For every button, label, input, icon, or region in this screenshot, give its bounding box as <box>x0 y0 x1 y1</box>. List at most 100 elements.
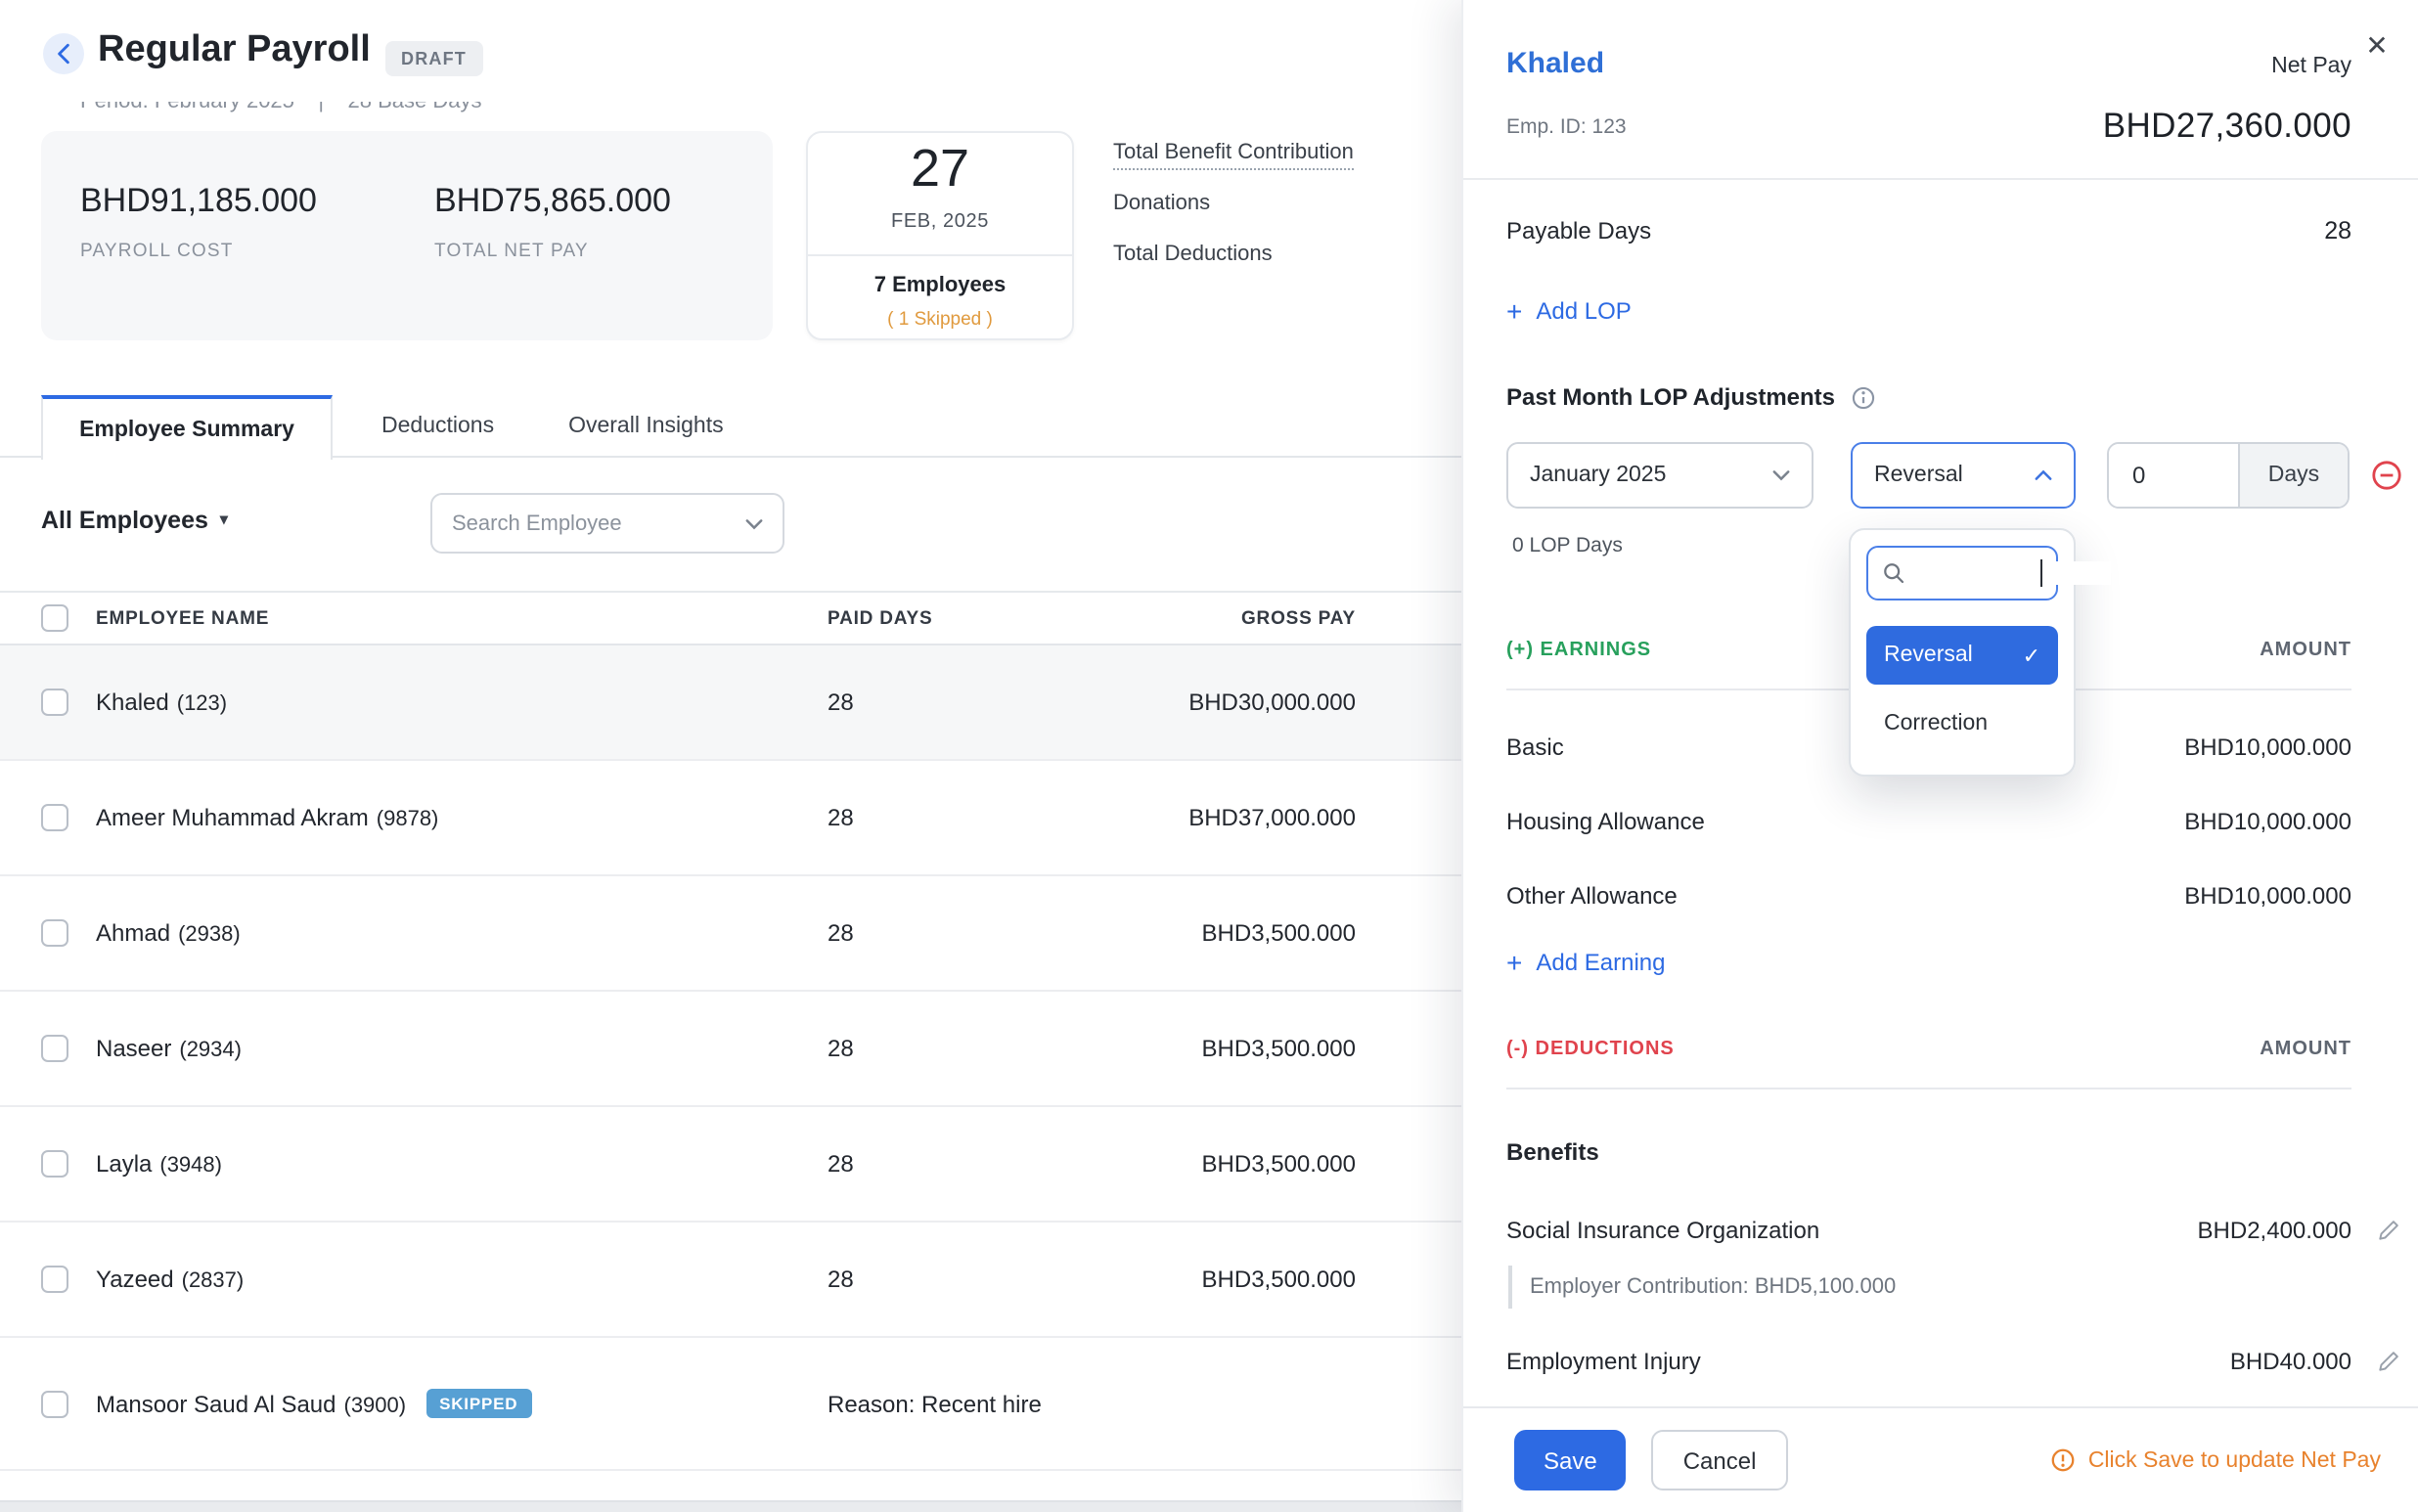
net-pay-label: Net Pay <box>2271 55 2351 78</box>
col-gross-pay: GROSS PAY <box>1062 607 1356 629</box>
row-checkbox[interactable] <box>41 1266 68 1293</box>
row-checkbox[interactable] <box>41 804 68 831</box>
gross-pay: BHD3,500.000 <box>1062 1150 1356 1178</box>
employee-filter-dropdown[interactable]: All Employees▾ <box>41 507 228 534</box>
table-row[interactable]: Ameer Muhammad Akram (9878) 28 BHD37,000.… <box>0 761 1461 876</box>
days-suffix: Days <box>2238 444 2348 507</box>
pay-date-card: 27 FEB, 2025 7 Employees ( 1 Skipped ) <box>806 131 1074 340</box>
earning-amount: BHD10,000.000 <box>2184 882 2351 910</box>
table-row[interactable]: Naseer (2934) 28 BHD3,500.000 <box>0 992 1461 1107</box>
link-total-benefit-contribution[interactable]: Total Benefit Contribution <box>1113 141 1354 164</box>
close-icon[interactable]: ✕ <box>2357 25 2396 65</box>
link-total-deductions[interactable]: Total Deductions <box>1113 243 1354 266</box>
col-employee-name: EMPLOYEE NAME <box>96 607 828 629</box>
employee-search-combobox[interactable] <box>430 493 784 554</box>
remove-adjustment-icon[interactable] <box>2371 460 2402 491</box>
month-select[interactable]: January 2025 <box>1506 442 1814 509</box>
lop-days-input-group: Days <box>2107 442 2350 509</box>
employees-count: 7 Employees <box>808 274 1072 297</box>
cancel-button[interactable]: Cancel <box>1652 1430 1788 1490</box>
text-cursor <box>2040 559 2042 587</box>
drawer-body: Payable Days 28 + Add LOP Past Month LOP… <box>1463 182 2418 1406</box>
chevron-down-icon <box>1772 469 1790 481</box>
gross-pay: BHD3,500.000 <box>1062 1035 1356 1062</box>
add-lop-button[interactable]: + Add LOP <box>1506 280 2351 342</box>
paid-days: 28 <box>828 804 1062 831</box>
employee-id: (9878) <box>377 808 439 831</box>
employee-name[interactable]: Khaled <box>96 689 169 716</box>
benefits-group-label: Benefits <box>1506 1125 2351 1179</box>
dropdown-search-input[interactable] <box>1917 561 2111 585</box>
payroll-cost-label: PAYROLL COST <box>80 241 317 262</box>
table-row[interactable]: Khaled(123) 28 BHD30,000.000 <box>0 645 1461 761</box>
save-button[interactable]: Save <box>1514 1430 1627 1490</box>
select-all-checkbox[interactable] <box>41 604 68 632</box>
table-row[interactable]: Yazeed(2837) 28 BHD3,500.000 <box>0 1223 1461 1338</box>
back-button[interactable] <box>43 33 84 74</box>
plus-icon: + <box>1506 947 1522 978</box>
lop-days-input[interactable] <box>2109 444 2238 507</box>
table-row[interactable]: Layla(3948) 28 BHD3,500.000 <box>0 1107 1461 1223</box>
employee-name[interactable]: Mansoor Saud Al Saud <box>96 1390 336 1417</box>
col-paid-days: PAID DAYS <box>828 607 1062 629</box>
save-warning: Click Save to update Net Pay <box>2051 1447 2381 1473</box>
edit-icon[interactable] <box>2377 1350 2400 1379</box>
dropdown-search-box[interactable] <box>1866 546 2058 600</box>
gross-pay: BHD37,000.000 <box>1062 804 1356 831</box>
paid-days: 28 <box>828 1035 1062 1062</box>
employee-id-label: Emp. ID: 123 <box>1506 114 1627 138</box>
employee-name[interactable]: Naseer <box>96 1035 171 1062</box>
info-icon[interactable] <box>1851 384 1876 410</box>
row-checkbox[interactable] <box>41 689 68 716</box>
employee-id: (3948) <box>159 1154 222 1178</box>
earning-label: Basic <box>1506 734 1564 761</box>
employee-id: (2837) <box>182 1269 245 1293</box>
paid-days: 28 <box>828 1266 1062 1293</box>
tab-bar: Employee Summary Deductions Overall Insi… <box>0 395 1461 458</box>
earning-label: Other Allowance <box>1506 882 1678 910</box>
dropdown-option-correction[interactable]: Correction <box>1866 685 2058 763</box>
employee-name[interactable]: Ameer Muhammad Akram <box>96 804 369 831</box>
table-row[interactable]: Mansoor Saud Al Saud(3900)SKIPPED Reason… <box>0 1338 1461 1471</box>
table-row[interactable]: Ahmad(2938) 28 BHD3,500.000 <box>0 876 1461 992</box>
link-donations[interactable]: Donations <box>1113 192 1354 215</box>
search-input[interactable] <box>452 511 745 535</box>
total-net-pay-label: TOTAL NET PAY <box>434 241 671 262</box>
employee-name[interactable]: Yazeed <box>96 1266 174 1293</box>
edit-icon[interactable] <box>2377 1219 2400 1248</box>
warning-icon <box>2051 1447 2077 1473</box>
payroll-cost-metric: BHD91,185.000 PAYROLL COST <box>80 182 317 262</box>
deduction-label: Employment Injury <box>1506 1348 1701 1375</box>
chevron-up-icon <box>2035 469 2052 481</box>
earnings-amount-label: AMOUNT <box>2260 640 2351 689</box>
payroll-cost-value: BHD91,185.000 <box>80 182 317 221</box>
employee-name-link[interactable]: Khaled <box>1506 47 1604 80</box>
tab-deductions[interactable]: Deductions <box>381 395 494 456</box>
earning-label: Housing Allowance <box>1506 808 1705 835</box>
top-bar: Regular Payroll DRAFT <box>0 0 1461 102</box>
employee-id: (2934) <box>179 1039 242 1062</box>
adjustment-type-select[interactable]: Reversal <box>1851 442 2076 509</box>
row-checkbox[interactable] <box>41 1150 68 1178</box>
row-checkbox[interactable] <box>41 1390 68 1417</box>
tab-overall-insights[interactable]: Overall Insights <box>568 395 724 456</box>
dropdown-option-reversal[interactable]: Reversal ✓ <box>1866 626 2058 685</box>
employee-name[interactable]: Layla <box>96 1150 152 1178</box>
employee-id: (2938) <box>178 923 241 947</box>
deductions-section-header: (-) DEDUCTIONS AMOUNT <box>1506 1039 2351 1090</box>
skipped-badge: SKIPPED <box>425 1389 531 1418</box>
tab-employee-summary[interactable]: Employee Summary <box>41 395 333 460</box>
deduction-row: Employment Injury BHD40.000 <box>1506 1324 2351 1399</box>
drawer-header: Khaled Net Pay Emp. ID: 123 BHD27,360.00… <box>1463 0 2418 180</box>
row-checkbox[interactable] <box>41 1035 68 1062</box>
bottom-scroll-strip[interactable] <box>0 1500 1461 1512</box>
add-earning-button[interactable]: + Add Earning <box>1506 933 2351 992</box>
deductions-amount-label: AMOUNT <box>2260 1039 2351 1088</box>
payable-days-row: Payable Days 28 <box>1506 182 2351 280</box>
main-content: Period: February 2025 | 28 Base Days Reg… <box>0 0 1461 1512</box>
employee-name[interactable]: Ahmad <box>96 919 170 947</box>
row-checkbox[interactable] <box>41 919 68 947</box>
deduction-amount: BHD40.000 <box>2230 1348 2351 1375</box>
pay-date-month-year: FEB, 2025 <box>808 211 1072 233</box>
employee-id: (123) <box>177 692 227 716</box>
